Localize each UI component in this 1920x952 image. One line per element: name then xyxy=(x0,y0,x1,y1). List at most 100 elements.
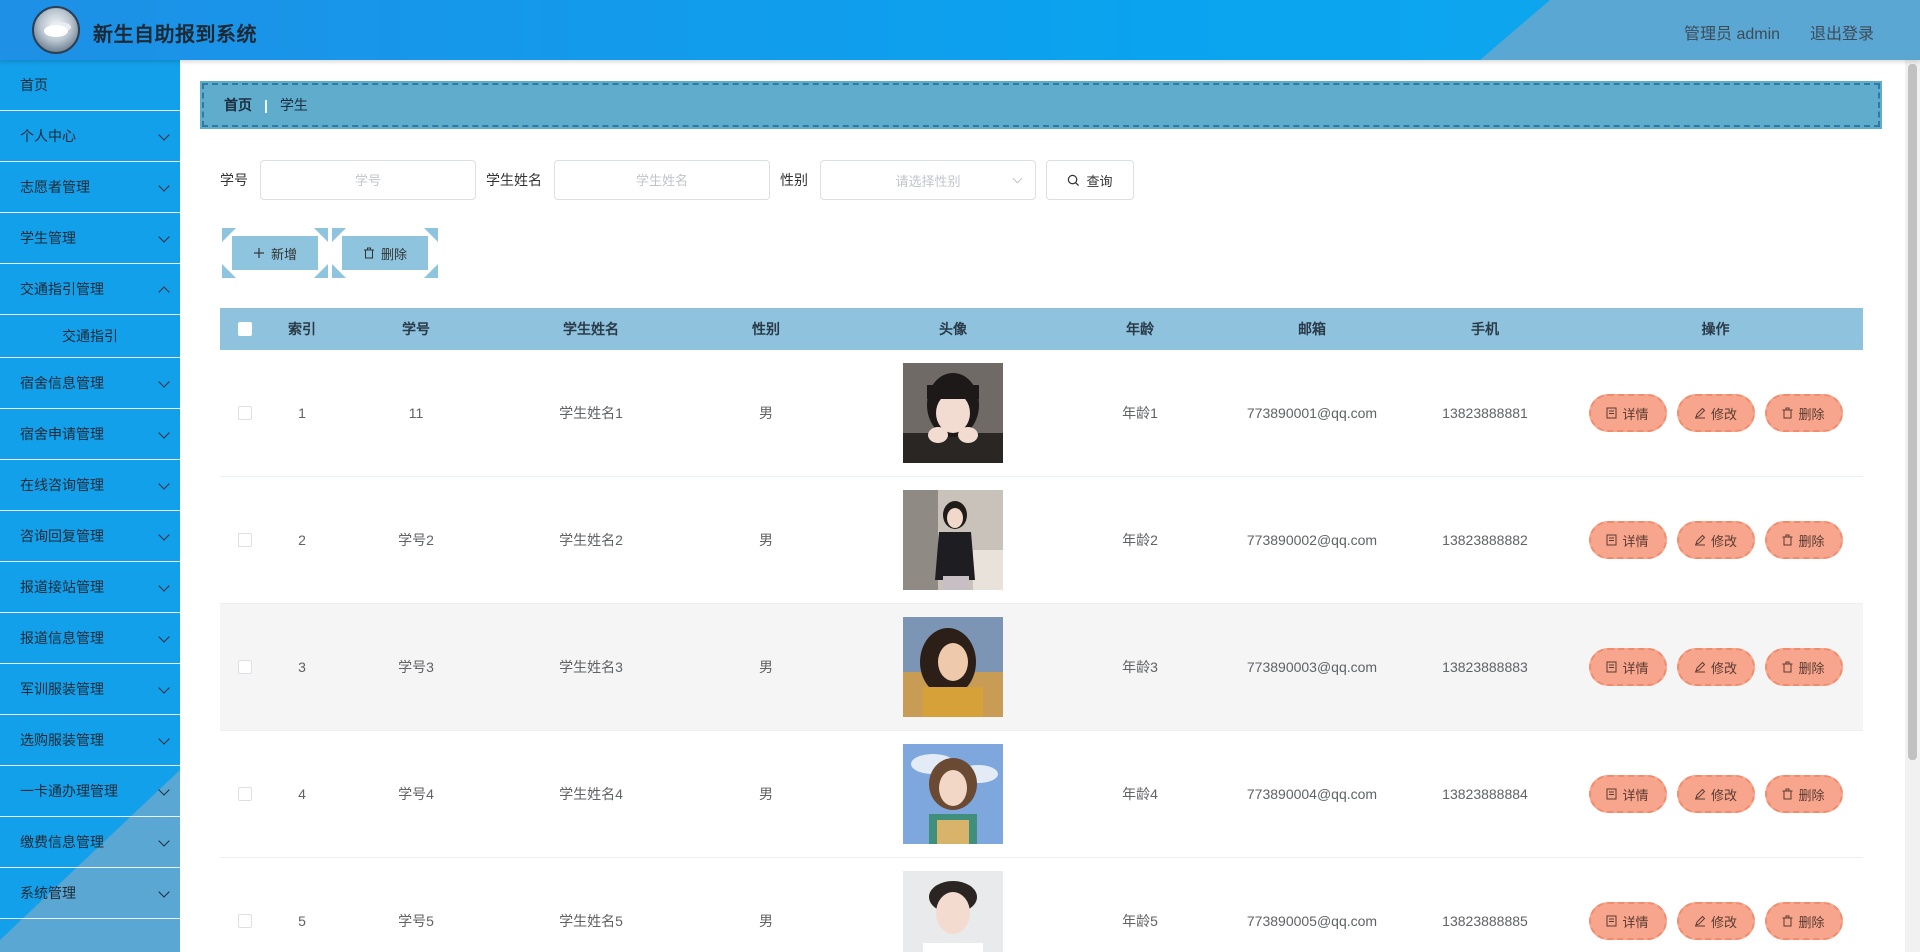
add-button-label: 新增 xyxy=(270,246,297,262)
avatar xyxy=(903,744,1003,844)
scrollbar-thumb[interactable] xyxy=(1908,64,1917,760)
action-row: 新增 删除 xyxy=(220,228,440,278)
delete-button[interactable]: 删除 xyxy=(1764,902,1843,940)
cell-index: 1 xyxy=(298,405,306,421)
document-icon xyxy=(1606,534,1617,546)
chevron-down-icon xyxy=(158,631,170,643)
add-button[interactable]: 新增 xyxy=(220,228,330,278)
cell-email: 773890003@qq.com xyxy=(1246,659,1378,675)
pencil-icon xyxy=(1694,534,1706,546)
sidebar-item-volunteers[interactable]: 志愿者管理 xyxy=(0,162,180,213)
cell-phone: 13823888883 xyxy=(1442,659,1528,675)
chevron-down-icon xyxy=(158,835,170,847)
row-checkbox[interactable] xyxy=(238,660,252,674)
sidebar-item-consult-reply[interactable]: 咨询回复管理 xyxy=(0,511,180,562)
cell-index: 2 xyxy=(298,532,306,548)
edit-button[interactable]: 修改 xyxy=(1676,775,1755,813)
header-student-name: 学生姓名 xyxy=(563,321,619,337)
edit-button-label: 修改 xyxy=(1710,406,1737,422)
sidebar-item-dorm-info[interactable]: 宿舍信息管理 xyxy=(0,358,180,409)
top-header: 新生自助报到系统 管理员 admin 退出登录 xyxy=(0,0,1920,60)
table-row: 5 学号5 学生姓名5 男 年龄5 773890005@qq.com 13823… xyxy=(220,858,1863,952)
sidebar-item-traffic-guide-mgmt[interactable]: 交通指引管理 xyxy=(0,264,180,315)
student-name-input[interactable] xyxy=(554,160,770,200)
edit-button-label: 修改 xyxy=(1710,660,1737,676)
chevron-down-icon xyxy=(158,180,170,192)
sidebar-item-label: 交通指引管理 xyxy=(20,281,104,297)
chevron-down-icon xyxy=(158,580,170,592)
sidebar-item-online-consult[interactable]: 在线咨询管理 xyxy=(0,460,180,511)
delete-button-label: 删除 xyxy=(1798,787,1825,803)
edit-button-label: 修改 xyxy=(1710,787,1737,803)
detail-button[interactable]: 详情 xyxy=(1588,648,1667,686)
detail-button[interactable]: 详情 xyxy=(1588,902,1667,940)
document-icon xyxy=(1606,915,1617,927)
cell-email: 773890002@qq.com xyxy=(1246,532,1378,548)
sidebar-item-dorm-apply[interactable]: 宿舍申请管理 xyxy=(0,409,180,460)
cell-phone: 13823888885 xyxy=(1442,913,1528,929)
sidebar-item-label: 系统管理 xyxy=(20,885,76,901)
breadcrumb: 首页 | 学生 xyxy=(200,81,1882,129)
sidebar-item-report-info[interactable]: 报道信息管理 xyxy=(0,613,180,664)
sidebar-item-label: 选购服装管理 xyxy=(20,732,104,748)
delete-button[interactable]: 删除 xyxy=(1764,394,1843,432)
edit-button[interactable]: 修改 xyxy=(1676,394,1755,432)
row-checkbox[interactable] xyxy=(238,787,252,801)
sidebar-item-card[interactable]: 一卡通办理管理 xyxy=(0,766,180,817)
delete-button[interactable]: 删除 xyxy=(1764,648,1843,686)
sidebar-item-students[interactable]: 学生管理 xyxy=(0,213,180,264)
sidebar-item-system[interactable]: 系统管理 xyxy=(0,868,180,919)
chevron-down-icon xyxy=(158,478,170,490)
breadcrumb-home[interactable]: 首页 xyxy=(224,95,252,115)
delete-button[interactable]: 删除 xyxy=(1764,775,1843,813)
query-button[interactable]: 查询 xyxy=(1046,160,1134,200)
sidebar-item-personal-center[interactable]: 个人中心 xyxy=(0,111,180,162)
sidebar-item-label: 志愿者管理 xyxy=(20,179,90,195)
admin-label: 管理员 admin xyxy=(1684,26,1781,43)
edit-button[interactable]: 修改 xyxy=(1676,902,1755,940)
cell-email: 773890001@qq.com xyxy=(1246,405,1378,421)
sidebar-item-label: 军训服装管理 xyxy=(20,681,104,697)
logout-link[interactable]: 退出登录 xyxy=(1810,20,1874,44)
page-scrollbar[interactable] xyxy=(1905,60,1920,952)
student-no-input[interactable] xyxy=(260,160,476,200)
cell-phone: 13823888882 xyxy=(1442,532,1528,548)
sidebar-item-payment[interactable]: 缴费信息管理 xyxy=(0,817,180,868)
logo-icon xyxy=(32,6,80,54)
row-checkbox[interactable] xyxy=(238,533,252,547)
avatar xyxy=(903,871,1003,952)
chevron-down-icon xyxy=(158,529,170,541)
delete-button[interactable]: 删除 xyxy=(1764,521,1843,559)
edit-button[interactable]: 修改 xyxy=(1676,521,1755,559)
student-name-label: 学生姓名 xyxy=(486,172,542,188)
row-checkbox[interactable] xyxy=(238,406,252,420)
plus-icon xyxy=(253,248,264,258)
select-all-checkbox[interactable] xyxy=(238,322,252,336)
row-checkbox[interactable] xyxy=(238,914,252,928)
cell-sex: 男 xyxy=(759,786,773,802)
chevron-down-icon xyxy=(158,886,170,898)
sidebar-subitem-traffic-guide[interactable]: 交通指引 xyxy=(0,315,180,358)
header-age: 年龄 xyxy=(1126,321,1154,337)
query-button-label: 查询 xyxy=(1086,173,1113,189)
cell-student-name: 学生姓名1 xyxy=(559,405,623,421)
sidebar-item-home[interactable]: 首页 xyxy=(0,60,180,111)
sex-select[interactable]: 请选择性别 xyxy=(820,160,1036,200)
sidebar-item-label: 学生管理 xyxy=(20,230,76,246)
batch-delete-button[interactable]: 删除 xyxy=(330,228,440,278)
sidebar-item-label: 在线咨询管理 xyxy=(20,477,104,493)
cell-sex: 男 xyxy=(759,532,773,548)
document-icon xyxy=(1606,661,1617,673)
detail-button-label: 详情 xyxy=(1622,787,1649,803)
sidebar-item-label: 宿舍申请管理 xyxy=(20,426,104,442)
chevron-down-icon xyxy=(158,231,170,243)
pencil-icon xyxy=(1694,788,1706,800)
sidebar-item-pickup[interactable]: 报道接站管理 xyxy=(0,562,180,613)
detail-button[interactable]: 详情 xyxy=(1588,394,1667,432)
edit-button[interactable]: 修改 xyxy=(1676,648,1755,686)
sidebar-item-uniform-purchase[interactable]: 选购服装管理 xyxy=(0,715,180,766)
header-operations: 操作 xyxy=(1701,321,1730,337)
sidebar-item-uniform[interactable]: 军训服装管理 xyxy=(0,664,180,715)
detail-button[interactable]: 详情 xyxy=(1588,775,1667,813)
detail-button[interactable]: 详情 xyxy=(1588,521,1667,559)
